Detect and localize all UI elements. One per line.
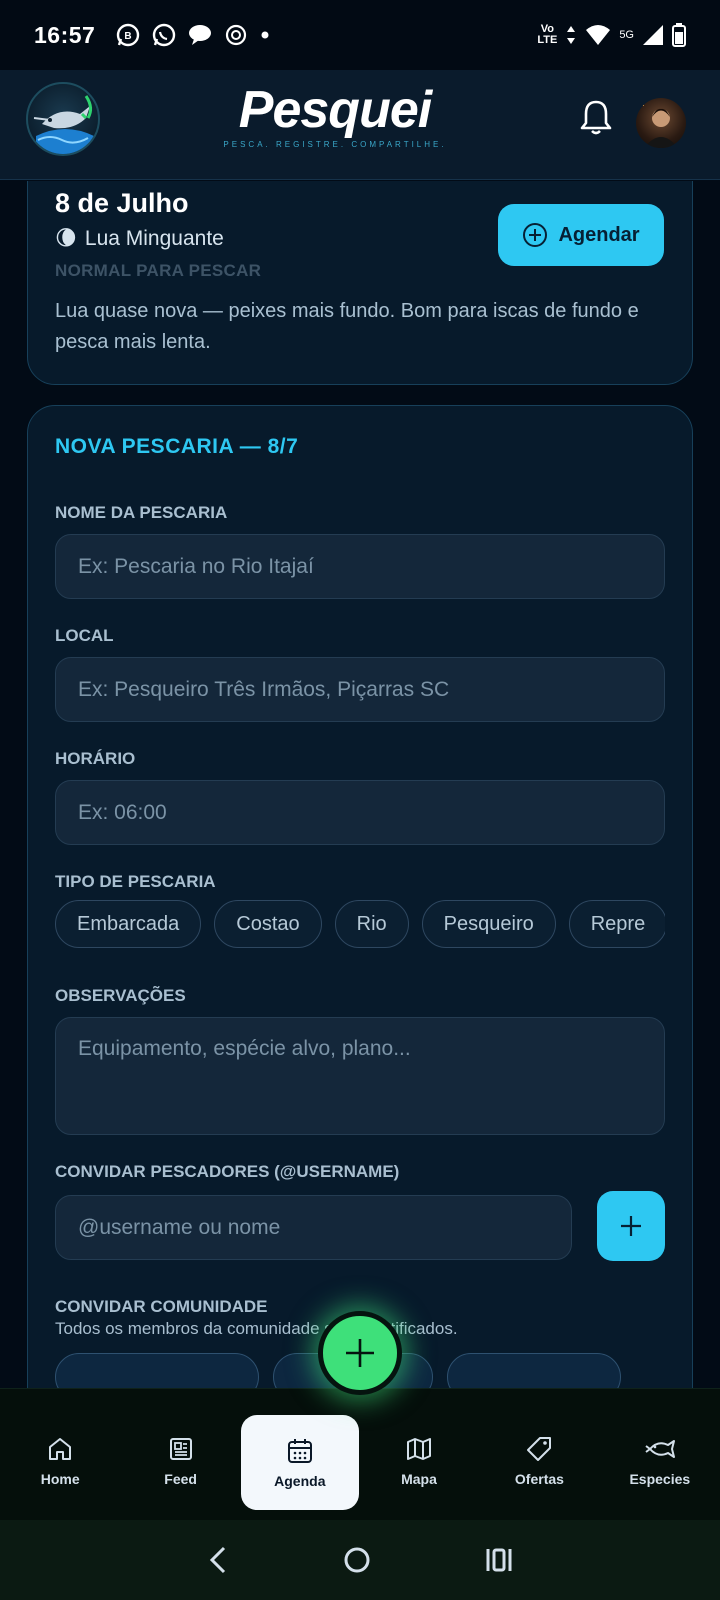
location-placeholder: Ex: Pesqueiro Três Irmãos, Piçarras SC: [78, 677, 450, 701]
whatsapp-business-icon: B: [117, 23, 140, 47]
invite-input[interactable]: @username ou nome: [55, 1195, 572, 1260]
name-input[interactable]: Ex: Pescaria no Rio Itajaí: [55, 534, 665, 599]
map-icon: [407, 1438, 432, 1460]
nav-especies[interactable]: Especies: [600, 1389, 720, 1520]
recents-icon[interactable]: [484, 1545, 514, 1575]
avatar-photo-icon: [640, 102, 678, 148]
volte-indicator: Vo LTE: [537, 24, 557, 46]
nav-mapa-label: Mapa: [401, 1471, 437, 1487]
community-chip[interactable]: [55, 1353, 259, 1388]
notes-textarea[interactable]: Equipamento, espécie alvo, plano...: [55, 1017, 665, 1135]
tag-icon: [527, 1437, 552, 1461]
volte-bottom-text: LTE: [537, 34, 558, 46]
moon-icon: 🌘: [55, 227, 77, 250]
status-bar: 16:57 B Vo LTE 5G: [0, 0, 720, 70]
location-label: LOCAL: [55, 626, 114, 645]
plus-icon: [346, 1339, 374, 1367]
nav-feed-label: Feed: [164, 1471, 197, 1487]
nav-mapa[interactable]: Mapa: [359, 1389, 479, 1520]
svg-text:B: B: [125, 31, 132, 42]
chip-embarcada[interactable]: Embarcada: [55, 900, 202, 948]
battery-icon: [672, 23, 686, 47]
schedule-button[interactable]: Agendar: [498, 204, 664, 266]
new-fishing-form: NOVA PESCARIA — 8/7 NOME DA PESCARIA Ex:…: [27, 405, 693, 1388]
notes-label: OBSERVAÇÕES: [55, 986, 186, 1005]
brand-tagline: PESCA. REGISTRE. COMPARTILHE.: [223, 140, 447, 149]
chip-represa[interactable]: Repre: [568, 900, 665, 948]
chatgpt-icon: [226, 24, 247, 46]
plus-circle-icon: [523, 223, 548, 247]
add-invite-button[interactable]: [597, 1191, 665, 1261]
signal-icon: [643, 25, 663, 45]
nav-agenda-label: Agenda: [274, 1473, 326, 1489]
notes-placeholder: Equipamento, espécie alvo, plano...: [78, 1037, 411, 1060]
marlin-fish-logo-icon: [33, 95, 94, 154]
system-nav-bar: [0, 1520, 720, 1600]
nav-ofertas-label: Ofertas: [514, 1471, 564, 1487]
system-status-icons: Vo LTE 5G: [537, 23, 686, 47]
time-placeholder: Ex: 06:00: [78, 800, 167, 824]
user-avatar[interactable]: [636, 98, 686, 148]
app-header: Pesquei PESCA. REGISTRE. COMPARTILHE.: [0, 70, 720, 180]
nav-especies-label: Especies: [629, 1471, 691, 1487]
time-input[interactable]: Ex: 06:00: [55, 780, 665, 845]
agenda-content[interactable]: 8 de Julho 🌘 Lua Minguante NORMAL PARA P…: [0, 181, 720, 1388]
location-input[interactable]: Ex: Pesqueiro Três Irmãos, Piçarras SC: [55, 657, 665, 722]
fishing-type-chips[interactable]: Embarcada Costao Rio Pesqueiro Repre: [55, 900, 665, 948]
selected-date: 8 de Julho: [55, 188, 189, 218]
network-type: 5G: [619, 29, 634, 41]
whatsapp-icon: [153, 23, 176, 47]
moon-phase-label: Lua Minguante: [84, 226, 224, 250]
plus-icon: [621, 1216, 641, 1236]
home-button-icon[interactable]: [342, 1545, 372, 1575]
brand: Pesquei PESCA. REGISTRE. COMPARTILHE.: [222, 84, 448, 149]
community-label: CONVIDAR COMUNIDADE: [55, 1297, 268, 1316]
schedule-button-label: Agendar: [558, 223, 640, 246]
time-label: HORÁRIO: [55, 749, 136, 768]
bell-icon: [580, 100, 612, 135]
more-notifications-dot-icon: [261, 31, 269, 39]
nav-agenda[interactable]: Agenda: [240, 1415, 359, 1510]
back-icon[interactable]: [206, 1545, 230, 1575]
data-arrows-icon: [567, 26, 576, 44]
moon-phase-card: 8 de Julho 🌘 Lua Minguante NORMAL PARA P…: [27, 181, 693, 385]
invite-placeholder: @username ou nome: [78, 1215, 281, 1239]
fishing-status: NORMAL PARA PESCAR: [55, 261, 262, 280]
nav-home[interactable]: Home: [0, 1389, 120, 1520]
nav-ofertas[interactable]: Ofertas: [479, 1389, 599, 1520]
calendar-icon: [287, 1439, 312, 1463]
community-chip[interactable]: [447, 1353, 621, 1388]
chip-rio[interactable]: Rio: [334, 900, 409, 948]
nav-home-label: Home: [40, 1471, 80, 1487]
name-label: NOME DA PESCARIA: [55, 503, 228, 522]
notification-icons: B: [115, 22, 271, 48]
type-label: TIPO DE PESCARIA: [55, 872, 216, 891]
chip-costao[interactable]: Costao: [214, 900, 322, 948]
status-time: 16:57: [34, 21, 96, 48]
app-logo-badge[interactable]: [26, 82, 100, 156]
chat-icon: [189, 25, 212, 45]
create-fab[interactable]: [318, 1311, 402, 1395]
notifications-button[interactable]: [578, 98, 614, 141]
invite-label: CONVIDAR PESCADORES (@USERNAME): [55, 1162, 400, 1181]
chip-pesqueiro[interactable]: Pesqueiro: [421, 900, 556, 948]
moon-description: Lua quase nova — peixes mais fundo. Bom …: [55, 300, 639, 353]
fish-icon: [645, 1440, 675, 1458]
brand-name: Pesquei: [238, 81, 432, 139]
bottom-nav: Home Feed Agenda Mapa Ofertas Especies: [0, 1388, 720, 1520]
form-title: NOVA PESCARIA — 8/7: [55, 435, 299, 458]
nav-feed[interactable]: Feed: [120, 1389, 240, 1520]
wifi-icon: [586, 25, 611, 45]
moon-phase-row: 🌘 Lua Minguante: [55, 226, 224, 251]
home-icon: [49, 1438, 72, 1460]
newspaper-icon: [169, 1438, 192, 1460]
name-placeholder: Ex: Pescaria no Rio Itajaí: [78, 554, 314, 578]
